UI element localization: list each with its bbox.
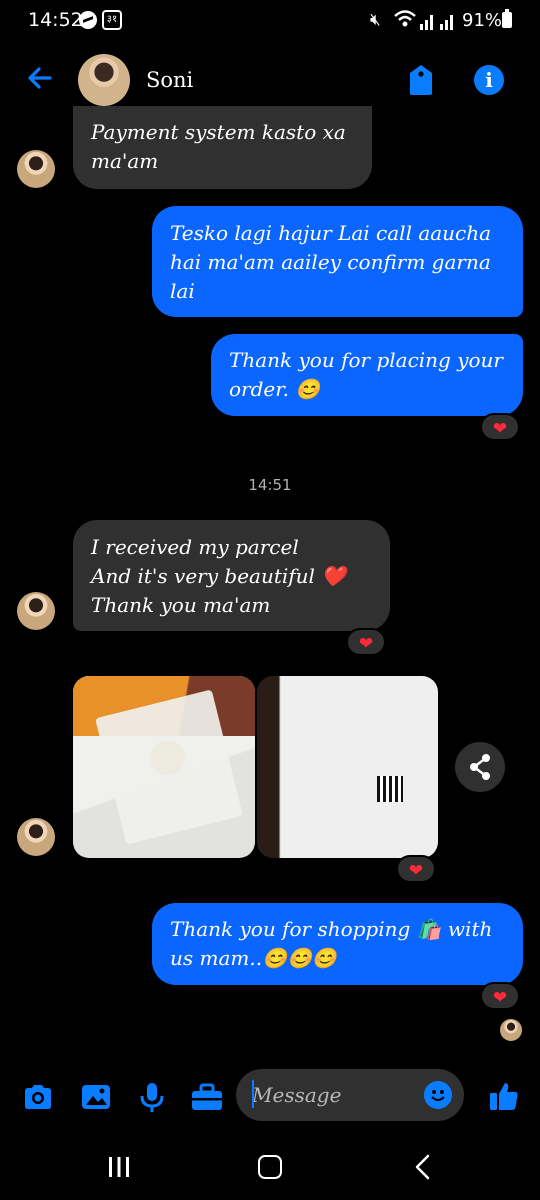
signal-icon bbox=[440, 15, 453, 30]
info-icon[interactable]: i bbox=[474, 65, 504, 95]
heart-reaction-icon[interactable]: ❤ bbox=[480, 413, 520, 441]
calendar-icon: ३१ bbox=[102, 10, 122, 30]
thumbs-up-icon[interactable] bbox=[488, 1080, 520, 1112]
heart-reaction-icon[interactable]: ❤ bbox=[396, 855, 436, 883]
heart-reaction-icon[interactable]: ❤ bbox=[346, 628, 386, 656]
share-icon bbox=[470, 754, 490, 780]
system-navigation-bar bbox=[0, 1134, 540, 1200]
photo-attachment[interactable] bbox=[73, 676, 255, 858]
status-bar: 14:52 ३१ 🔇︎ 91% bbox=[0, 0, 540, 42]
message-text: ma'am bbox=[91, 149, 159, 173]
message-text: I received my parcel bbox=[91, 535, 299, 559]
recent-apps-icon[interactable] bbox=[108, 1156, 130, 1178]
message-text: us mam..😊😊😊 bbox=[170, 946, 337, 970]
message-text: Thank you ma'am bbox=[91, 593, 271, 617]
heart-reaction-icon[interactable]: ❤ bbox=[480, 982, 520, 1010]
message-bubble-incoming[interactable]: Payment system kasto xa ma'am bbox=[73, 106, 372, 189]
message-composer bbox=[0, 1064, 540, 1130]
message-bubble-outgoing[interactable]: Tesko lagi hajur Lai call aaucha hai ma'… bbox=[152, 206, 523, 317]
microphone-icon[interactable] bbox=[135, 1080, 169, 1114]
message-text: hai ma'am aailey confirm garna bbox=[170, 250, 491, 274]
messenger-icon bbox=[79, 11, 97, 29]
message-bubble-outgoing[interactable]: Thank you for shopping 🛍️ with us mam..😊… bbox=[152, 903, 523, 985]
nav-back-icon[interactable] bbox=[413, 1154, 431, 1180]
text-cursor bbox=[252, 1080, 254, 1108]
contact-name[interactable]: Soni bbox=[146, 68, 193, 92]
gallery-icon[interactable] bbox=[79, 1080, 113, 1114]
wifi-icon bbox=[394, 10, 416, 27]
share-button[interactable] bbox=[455, 742, 505, 792]
seen-receipt-avatar bbox=[500, 1019, 522, 1041]
battery-icon bbox=[502, 9, 512, 28]
tag-icon[interactable] bbox=[406, 63, 436, 97]
message-text: Thank you for placing your bbox=[229, 348, 503, 372]
status-time: 14:52 bbox=[28, 9, 83, 31]
message-text: order. 😊 bbox=[229, 377, 321, 401]
home-icon[interactable] bbox=[258, 1155, 282, 1179]
timestamp: 14:51 bbox=[248, 476, 292, 494]
mute-icon: 🔇︎ bbox=[370, 10, 381, 30]
contact-avatar[interactable] bbox=[78, 54, 130, 106]
conversation-header: Soni i bbox=[0, 48, 540, 112]
message-text: Payment system kasto xa bbox=[91, 120, 346, 144]
sender-avatar[interactable] bbox=[17, 818, 55, 856]
message-bubble-outgoing[interactable]: Thank you for placing your order. 😊 bbox=[211, 334, 523, 416]
photo-attachment[interactable] bbox=[257, 676, 438, 858]
battery-level: 91% bbox=[462, 10, 503, 31]
message-bubble-incoming[interactable]: I received my parcel And it's very beaut… bbox=[73, 520, 390, 631]
message-text: Thank you for shopping 🛍️ with bbox=[170, 917, 493, 941]
message-text: lai bbox=[170, 279, 195, 303]
camera-icon[interactable] bbox=[21, 1080, 55, 1114]
message-text: And it's very beautiful ❤️ bbox=[91, 564, 347, 588]
back-arrow-icon[interactable] bbox=[24, 62, 56, 94]
signal-icon bbox=[420, 15, 433, 30]
sender-avatar[interactable] bbox=[17, 150, 55, 188]
emoji-icon[interactable] bbox=[424, 1081, 452, 1109]
toolbox-icon[interactable] bbox=[190, 1080, 224, 1114]
message-text: Tesko lagi hajur Lai call aaucha bbox=[170, 221, 492, 245]
sender-avatar[interactable] bbox=[17, 592, 55, 630]
